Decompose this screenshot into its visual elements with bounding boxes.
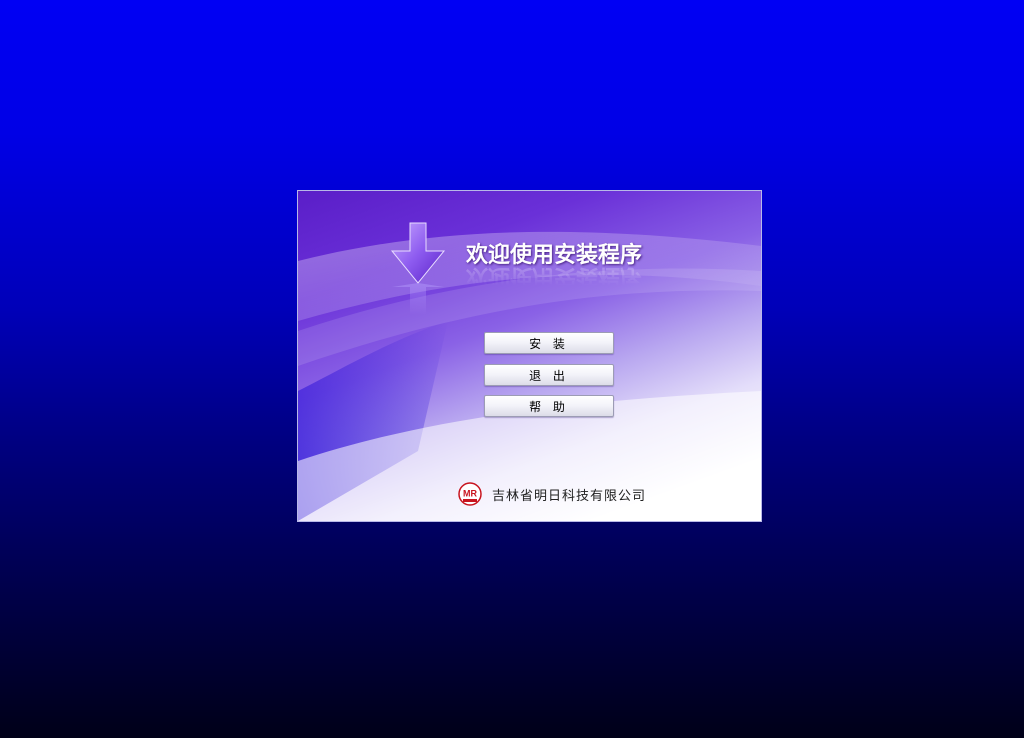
install-button[interactable]: 安 装 [484,332,614,354]
logo-text: MR [463,489,477,499]
mr-logo-icon: MR [458,482,482,506]
title-block: 欢迎使用安装程序 欢迎使用安装程序 [466,237,726,295]
installer-panel: 欢迎使用安装程序 欢迎使用安装程序 安 装 退 出 帮 助 MR 吉林省明日科技… [297,190,762,522]
company-name: 吉林省明日科技有限公司 [492,488,647,504]
welcome-title-reflection: 欢迎使用安装程序 [466,264,643,289]
company-footer: MR 吉林省明日科技有限公司 [458,481,646,507]
help-button[interactable]: 帮 助 [484,395,614,417]
download-arrow-icon [390,222,446,315]
exit-button[interactable]: 退 出 [484,364,614,386]
